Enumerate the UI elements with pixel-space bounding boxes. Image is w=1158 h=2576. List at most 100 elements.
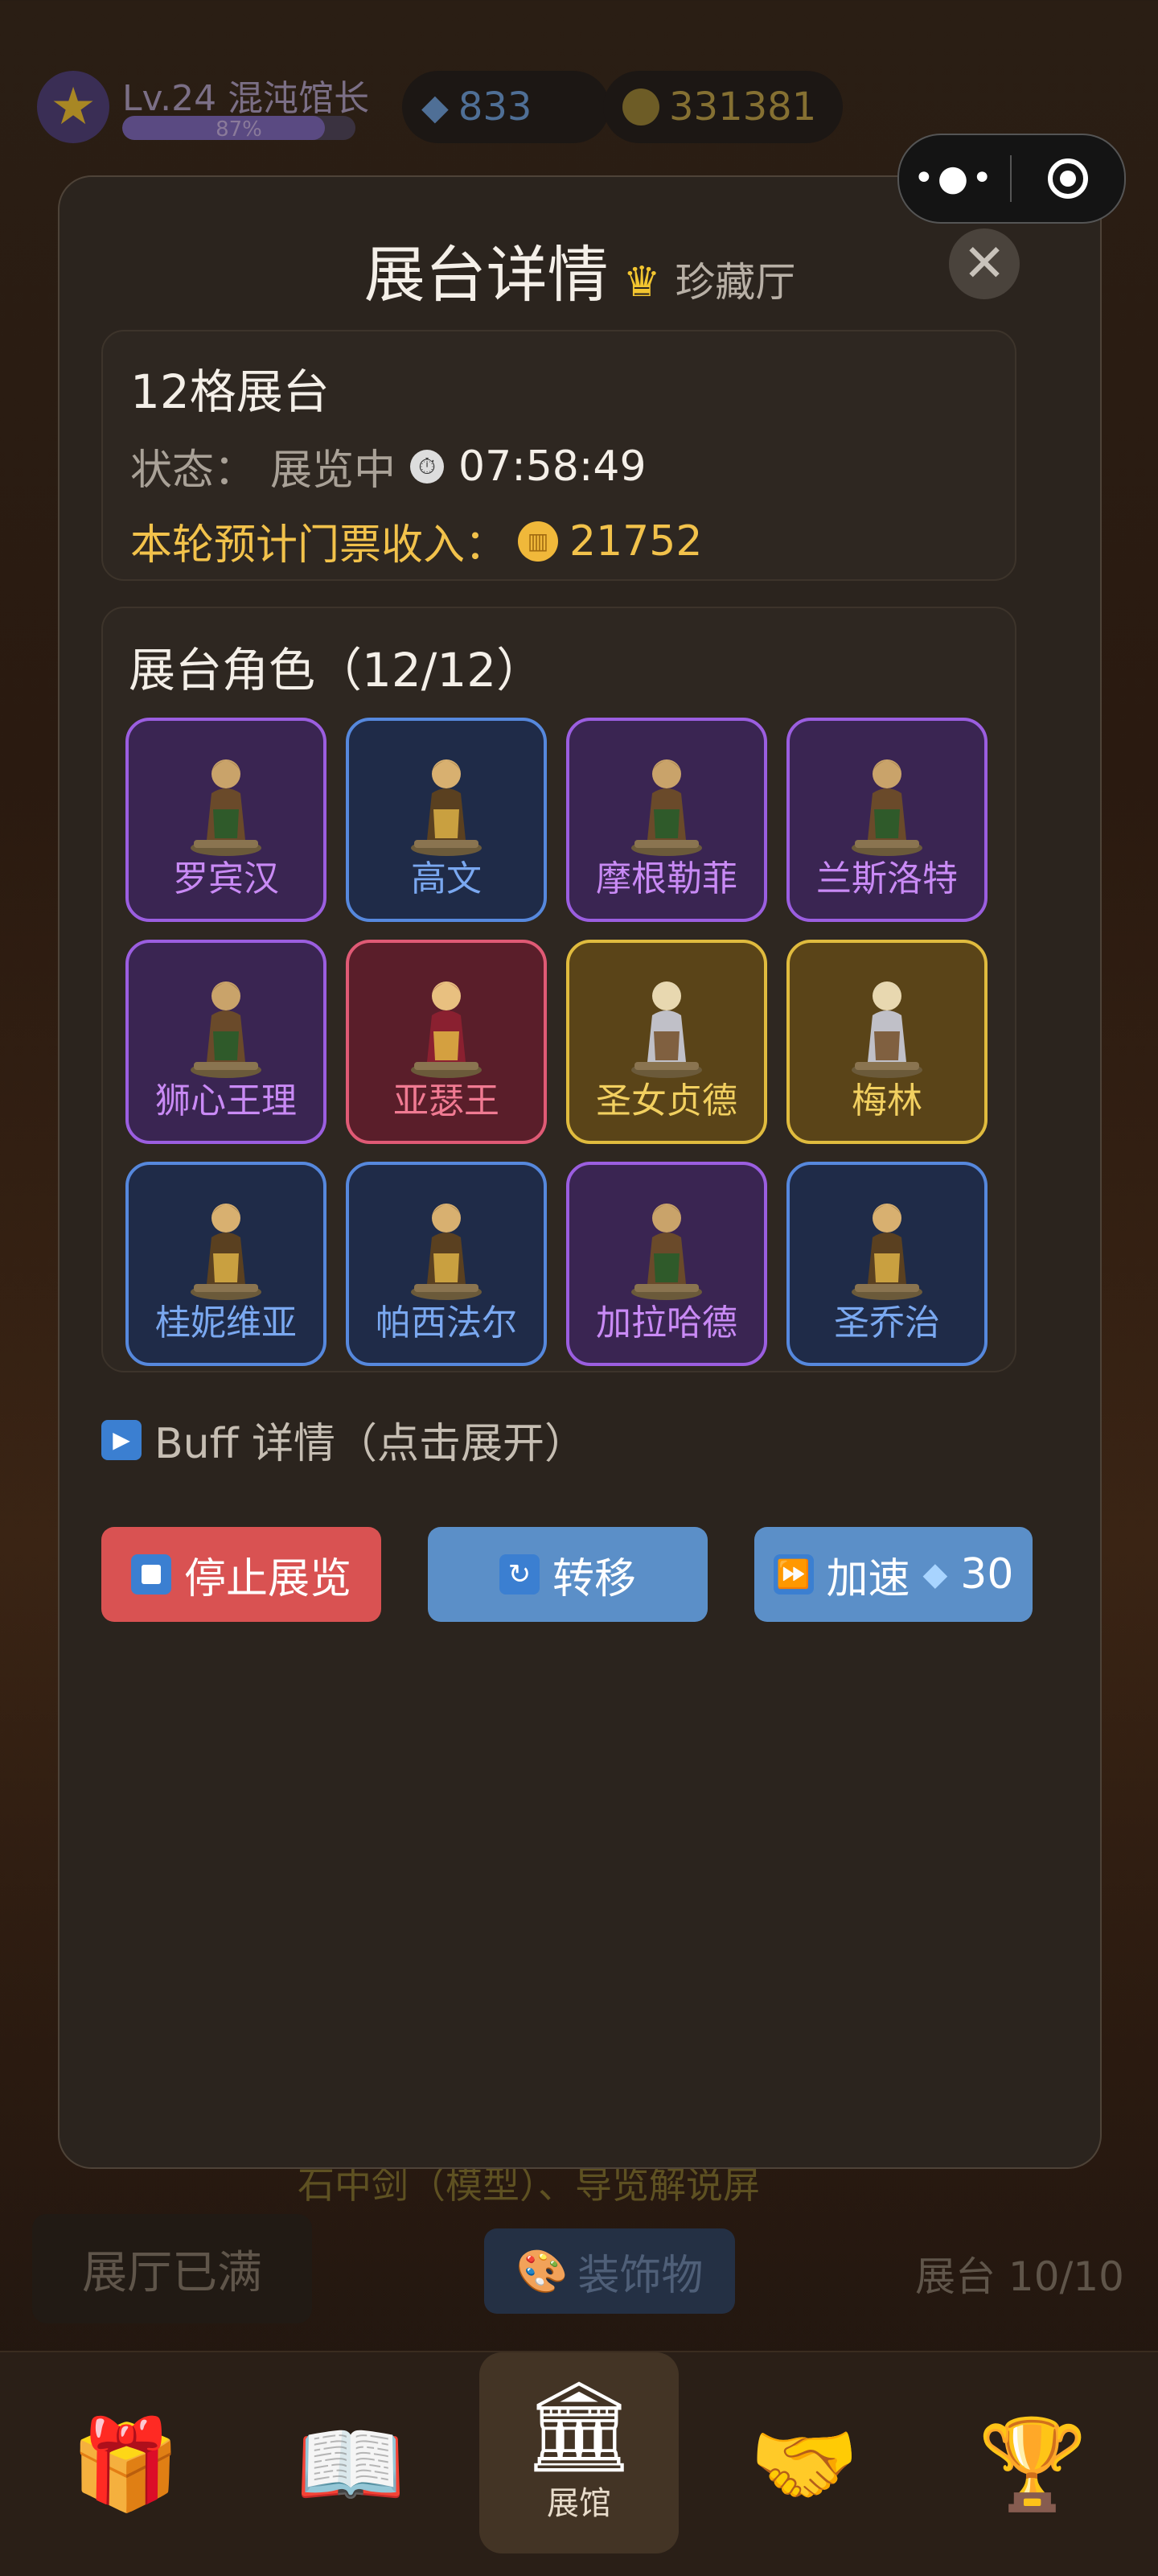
coin-icon: ▥: [518, 521, 559, 562]
character-figure-icon: [852, 981, 922, 1078]
stop-label: 停止展览: [183, 1554, 351, 1603]
character-figure-icon: [191, 1204, 261, 1300]
trophy-icon: 🏆: [977, 2413, 1088, 2516]
character-name: 兰斯洛特: [816, 858, 958, 899]
nav-trade[interactable]: 🤝: [704, 2352, 904, 2576]
action-buttons: 停止展览 ↻ 转移 ⏩ 加速 ◆ 30: [101, 1527, 1033, 1622]
character-card[interactable]: 摩根勒菲: [566, 718, 767, 922]
modal-header: 展台详情 ♛ 珍藏厅: [60, 225, 1100, 314]
character-card[interactable]: 圣女贞德: [566, 940, 767, 1144]
status-label: 状态：: [130, 446, 257, 495]
character-figure-icon: [411, 1204, 482, 1300]
nav-trophy[interactable]: 🏆: [933, 2352, 1132, 2576]
stage-characters-card: 展台角色（12/12） 罗宾汉 高文 摩根勒菲 兰斯洛特狮心王理 亚瑟王 圣女贞德 梅林桂妮…: [101, 607, 1016, 1372]
close-button[interactable]: ✕: [949, 228, 1020, 299]
character-card[interactable]: 梅林: [786, 940, 988, 1144]
gem-counter: ◆ 833: [402, 71, 610, 143]
character-card[interactable]: 桂妮维亚: [125, 1162, 326, 1366]
decoration-button: 🎨 装饰物: [484, 2228, 735, 2314]
character-figure-icon: [631, 981, 702, 1078]
nav-museum-label: 展馆: [547, 2485, 611, 2522]
close-icon: ✕: [963, 234, 1006, 294]
nav-museum[interactable]: 🏛 展馆: [479, 2352, 679, 2553]
character-name: 圣乔治: [834, 1302, 940, 1344]
character-card[interactable]: 圣乔治: [786, 1162, 988, 1366]
character-name: 罗宾汉: [173, 858, 279, 899]
character-name: 帕西法尔: [376, 1302, 517, 1344]
level-text: Lv.24 混沌馆长: [122, 78, 370, 119]
character-name: 梅林: [852, 1080, 922, 1121]
character-name: 狮心王理: [155, 1080, 297, 1121]
target-icon: [1048, 158, 1088, 199]
character-card[interactable]: 罗宾汉: [125, 718, 326, 922]
character-name: 加拉哈德: [596, 1302, 737, 1344]
character-figure-icon: [191, 981, 261, 1078]
character-card[interactable]: 狮心王理: [125, 940, 326, 1144]
character-figure-icon: [631, 1204, 702, 1300]
nav-book[interactable]: 📖: [251, 2352, 450, 2576]
income-label: 本轮预计门票收入：: [130, 521, 507, 570]
status-value: 展览中: [270, 446, 396, 495]
gem-count: 833: [458, 84, 532, 130]
character-name: 高文: [411, 858, 482, 899]
level-progress-text: 87%: [216, 117, 262, 142]
countdown-timer: 07:58:49: [458, 442, 647, 491]
crown-icon: ♛: [622, 258, 661, 307]
transfer-button[interactable]: ↻ 转移: [428, 1527, 708, 1622]
character-card[interactable]: 高文: [346, 718, 547, 922]
stage-status: 状态： 展览中 ⏱ 07:58:49: [130, 436, 988, 496]
character-figure-icon: [411, 981, 482, 1078]
refresh-icon: ↻: [499, 1554, 540, 1595]
more-menu-icon[interactable]: •●•: [899, 161, 1010, 196]
coin-counter: 331381: [603, 71, 843, 143]
speed-cost: 30: [960, 1550, 1014, 1599]
stage-info-card: 12格展台 状态： 展览中 ⏱ 07:58:49 本轮预计门票收入： ▥ 217…: [101, 330, 1016, 581]
character-card[interactable]: 兰斯洛特: [786, 718, 988, 922]
hall-full-button: 展厅已满: [32, 2214, 312, 2323]
character-grid: 罗宾汉 高文 摩根勒菲 兰斯洛特狮心王理 亚瑟王 圣女贞德 梅林桂妮维亚 帕西法尔 加拉哈德 圣乔…: [125, 718, 988, 1366]
close-miniprogram-button[interactable]: [1012, 158, 1124, 199]
character-figure-icon: [411, 759, 482, 856]
decoration-label: 装饰物: [577, 2251, 704, 2300]
character-figure-icon: [191, 759, 261, 856]
character-figure-icon: [631, 759, 702, 856]
character-name: 亚瑟王: [393, 1080, 499, 1121]
palette-icon: 🎨: [515, 2247, 569, 2296]
coin-icon: [622, 88, 659, 126]
diamond-icon: ◆: [922, 1556, 948, 1593]
nav-gift[interactable]: 🎁: [26, 2352, 225, 2576]
character-card[interactable]: 加拉哈德: [566, 1162, 767, 1366]
speed-label: 加速: [826, 1554, 910, 1603]
fast-forward-icon: ⏩: [773, 1554, 814, 1595]
character-name: 桂妮维亚: [155, 1302, 297, 1344]
character-card[interactable]: 亚瑟王: [346, 940, 547, 1144]
buff-details-toggle[interactable]: ▶ Buff 详情（点击展开）: [101, 1409, 586, 1470]
character-figure-icon: [852, 759, 922, 856]
ticket-income: 本轮预计门票收入： ▥ 21752: [130, 511, 988, 571]
character-card[interactable]: 帕西法尔: [346, 1162, 547, 1366]
characters-title: 展台角色（12/12）: [129, 643, 544, 697]
stage-name: 12格展台: [130, 364, 330, 419]
level-star-icon: ★: [37, 71, 109, 143]
buff-details-label: Buff 详情（点击展开）: [154, 1420, 586, 1468]
transfer-label: 转移: [552, 1554, 636, 1603]
handshake-icon: 🤝: [749, 2413, 860, 2516]
stop-icon: [130, 1554, 171, 1595]
stopwatch-icon: ⏱: [410, 449, 445, 484]
modal-title: 展台详情: [363, 239, 609, 311]
income-value: 21752: [569, 516, 703, 566]
gift-icon: 🎁: [70, 2413, 181, 2516]
stage-count: 展台 10/10: [915, 2253, 1124, 2300]
speed-up-button[interactable]: ⏩ 加速 ◆ 30: [754, 1527, 1033, 1622]
character-name: 摩根勒菲: [596, 858, 737, 899]
modal-subtitle: 珍藏厅: [675, 259, 796, 306]
miniprogram-capsule: •●•: [897, 134, 1126, 224]
character-name: 圣女贞德: [596, 1080, 737, 1121]
book-icon: 📖: [295, 2413, 406, 2516]
bottom-navigation: 🎁 📖 🏛 展馆 🤝 🏆: [0, 2351, 1158, 2576]
character-figure-icon: [852, 1204, 922, 1300]
stop-exhibition-button[interactable]: 停止展览: [101, 1527, 381, 1622]
diamond-icon: ◆: [421, 86, 449, 128]
coin-count: 331381: [669, 84, 817, 130]
museum-icon: 🏛: [523, 2375, 635, 2478]
